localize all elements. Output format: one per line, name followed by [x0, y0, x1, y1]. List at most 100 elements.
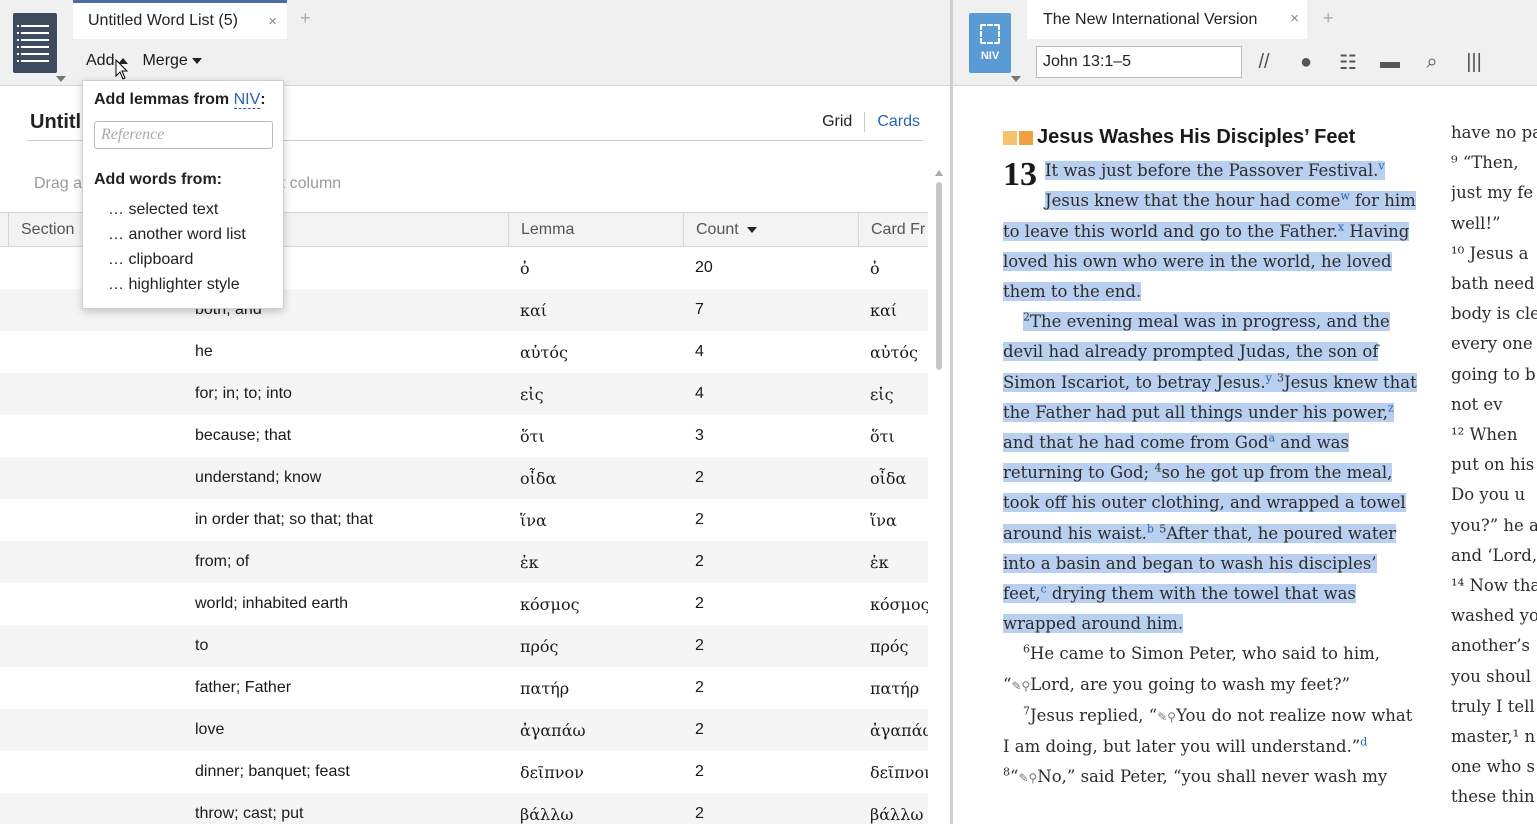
menu-item-another-word-list[interactable]: … another word list [108, 222, 272, 247]
speaker-icon[interactable]: ✎⚲ [1018, 771, 1037, 785]
menu-item-selected-text[interactable]: … selected text [108, 197, 272, 222]
table-row[interactable]: understand; know οἶδα 2 οἶδα [0, 457, 928, 499]
panel-menu-caret-icon[interactable] [56, 76, 66, 82]
table-row[interactable]: from; of ἐκ 2 ἐκ [0, 541, 928, 583]
paragraph-1[interactable]: 13 It was just before the Passover Festi… [1003, 156, 1423, 307]
tab-word-list[interactable]: Untitled Word List (5) × [73, 0, 287, 39]
list-title[interactable]: Untitl [30, 111, 81, 134]
inline-view-icon[interactable]: ▬ [1379, 51, 1401, 74]
paragraph-2[interactable]: 2The evening meal was in progress, and t… [1003, 307, 1423, 639]
grid-view-button[interactable]: Grid [822, 113, 852, 131]
columns-icon[interactable]: ||| [1463, 51, 1485, 74]
speaker-icon[interactable]: ✎⚲ [1157, 710, 1176, 724]
notes-icon[interactable] [1003, 129, 1033, 146]
niv-resource-icon[interactable]: NIV [969, 13, 1011, 73]
footnote-v[interactable]: v [1378, 160, 1384, 173]
menu-item-highlighter-style[interactable]: … highlighter style [108, 272, 272, 297]
column-line: ⁹ “Then, [1451, 153, 1519, 173]
table-row[interactable]: love ἀγαπάω 2 ἀγαπάω [0, 709, 928, 751]
table-row[interactable]: he αὐτός 4 αὐτός [0, 331, 928, 373]
lemma-cell: οἶδα [520, 468, 557, 488]
table-row[interactable]: throw; cast; put βάλλω 2 βάλλω [0, 793, 928, 824]
column-line: well!” [1451, 213, 1501, 233]
gloss-cell: love [195, 721, 225, 738]
tab-niv[interactable]: The New International Version × [1027, 0, 1307, 39]
cards-view-button[interactable]: Cards [877, 113, 920, 131]
caret-down-icon [191, 58, 202, 64]
column-line: ¹⁰ Jesus a [1451, 243, 1529, 263]
table-row[interactable]: world; inhabited earth κόσμος 2 κόσμος [0, 583, 928, 625]
table-row[interactable]: father; Father πατήρ 2 πατήρ [0, 667, 928, 709]
paragraph-5[interactable]: 8“✎⚲No,” said Peter, “you shall never wa… [1003, 762, 1423, 793]
card-front-cell: ὁ [870, 258, 880, 278]
column-line: you?” he a [1451, 515, 1537, 535]
table-row[interactable]: to πρός 2 πρός [0, 625, 928, 667]
count-cell: 2 [695, 721, 704, 738]
lemma-cell: ἵνα [520, 510, 547, 530]
reference-box[interactable]: John 13:1–5 [1036, 46, 1242, 78]
verses-2-5[interactable]: 2The evening meal was in progress, and t… [1003, 312, 1417, 634]
card-front-cell: καί [870, 300, 898, 320]
paragraph-3[interactable]: 6He came to Simon Peter, who said to him… [1003, 639, 1423, 700]
scrollbar-thumb[interactable] [936, 182, 942, 370]
column-line: and ‘Lord, [1451, 545, 1537, 565]
card-front-cell: οἶδα [870, 468, 907, 488]
column-header-card-front[interactable]: Card Fr [858, 213, 928, 246]
column-header-lemma[interactable]: Lemma [508, 213, 683, 246]
parallel-resources-icon[interactable]: // [1253, 51, 1275, 74]
text-display-icon[interactable]: ☷ [1337, 50, 1359, 75]
card-front-cell: πατήρ [870, 678, 920, 698]
count-cell: 2 [695, 763, 704, 780]
lemma-source-selector[interactable]: NIV [233, 91, 261, 109]
table-row[interactable]: for; in; to; into εἰς 4 εἰς [0, 373, 928, 415]
bible-panel: NIV The New International Version × + Jo… [953, 0, 1537, 824]
search-icon[interactable]: ⌕ [1421, 51, 1443, 74]
table-row[interactable]: in order that; so that; that ἵνα 2 ἵνα [0, 499, 928, 541]
lemma-cell: κόσμος [520, 594, 580, 614]
heading-text: Jesus Washes His Disciples’ Feet [1037, 126, 1356, 148]
column-line: put on his [1451, 455, 1535, 475]
bible-text: Jesus Washes His Disciples’ Feet 13 It w… [1003, 122, 1423, 793]
add-lemmas-prefix: Add lemmas from [94, 91, 234, 108]
add-words-heading: Add words from: [94, 171, 222, 188]
card-front-cell: κόσμος [870, 594, 928, 614]
paragraph-4[interactable]: 7Jesus replied, “✎⚲You do not realize no… [1003, 701, 1423, 762]
word-list-toolbar: Add Merge [86, 52, 202, 70]
column-header-count[interactable]: Count [683, 213, 858, 246]
vertical-scrollbar[interactable] [935, 170, 943, 824]
visual-filters-icon[interactable]: ● [1295, 51, 1317, 74]
footnote-w[interactable]: w [1340, 190, 1349, 203]
footnote-d[interactable]: d [1360, 736, 1367, 749]
panel-menu-icon[interactable] [13, 13, 57, 73]
footnote-y[interactable]: y [1266, 371, 1272, 384]
count-cell: 3 [695, 427, 704, 444]
card-front-cell: ἀγαπάω [870, 720, 928, 740]
merge-button[interactable]: Merge [142, 52, 202, 70]
reference-input[interactable] [94, 121, 273, 149]
new-tab-icon[interactable]: + [1323, 8, 1334, 29]
card-front-cell: ἵνα [870, 510, 897, 530]
verse-1[interactable]: It was just before the Passover Festival… [1003, 160, 1416, 302]
verse-number-7: 7 [1023, 704, 1030, 718]
tab-close-icon[interactable]: × [268, 13, 277, 30]
speaker-icon[interactable]: ✎⚲ [1011, 679, 1030, 693]
gloss-cell: in order that; so that; that [195, 511, 373, 528]
table-row[interactable]: dinner; banquet; feast δεῖπνον 2 δεῖπνον [0, 751, 928, 793]
menu-item-clipboard[interactable]: … clipboard [108, 247, 272, 272]
lemma-cell: δεῖπνον [520, 762, 584, 782]
lemma-cell: πατήρ [520, 678, 570, 698]
new-tab-icon[interactable]: + [300, 8, 311, 29]
column-line: Do you u [1451, 485, 1526, 505]
verse-number-8: 8 [1003, 765, 1010, 779]
footnote-b[interactable]: b [1147, 522, 1154, 535]
footnote-z[interactable]: z [1388, 401, 1394, 414]
view-toggle: Grid Cards [822, 112, 920, 132]
count-cell: 20 [695, 259, 713, 276]
count-cell: 2 [695, 511, 704, 528]
tab-close-icon[interactable]: × [1290, 10, 1299, 27]
panel-menu-caret-icon[interactable] [1011, 76, 1021, 82]
table-row[interactable]: because; that ὅτι 3 ὅτι [0, 415, 928, 457]
next-column-text[interactable]: have no pa ⁹ “Then, just my fe well!” ¹⁰ Jes… [1451, 118, 1537, 813]
count-cell: 2 [695, 469, 704, 486]
scroll-up-icon[interactable] [935, 170, 943, 176]
